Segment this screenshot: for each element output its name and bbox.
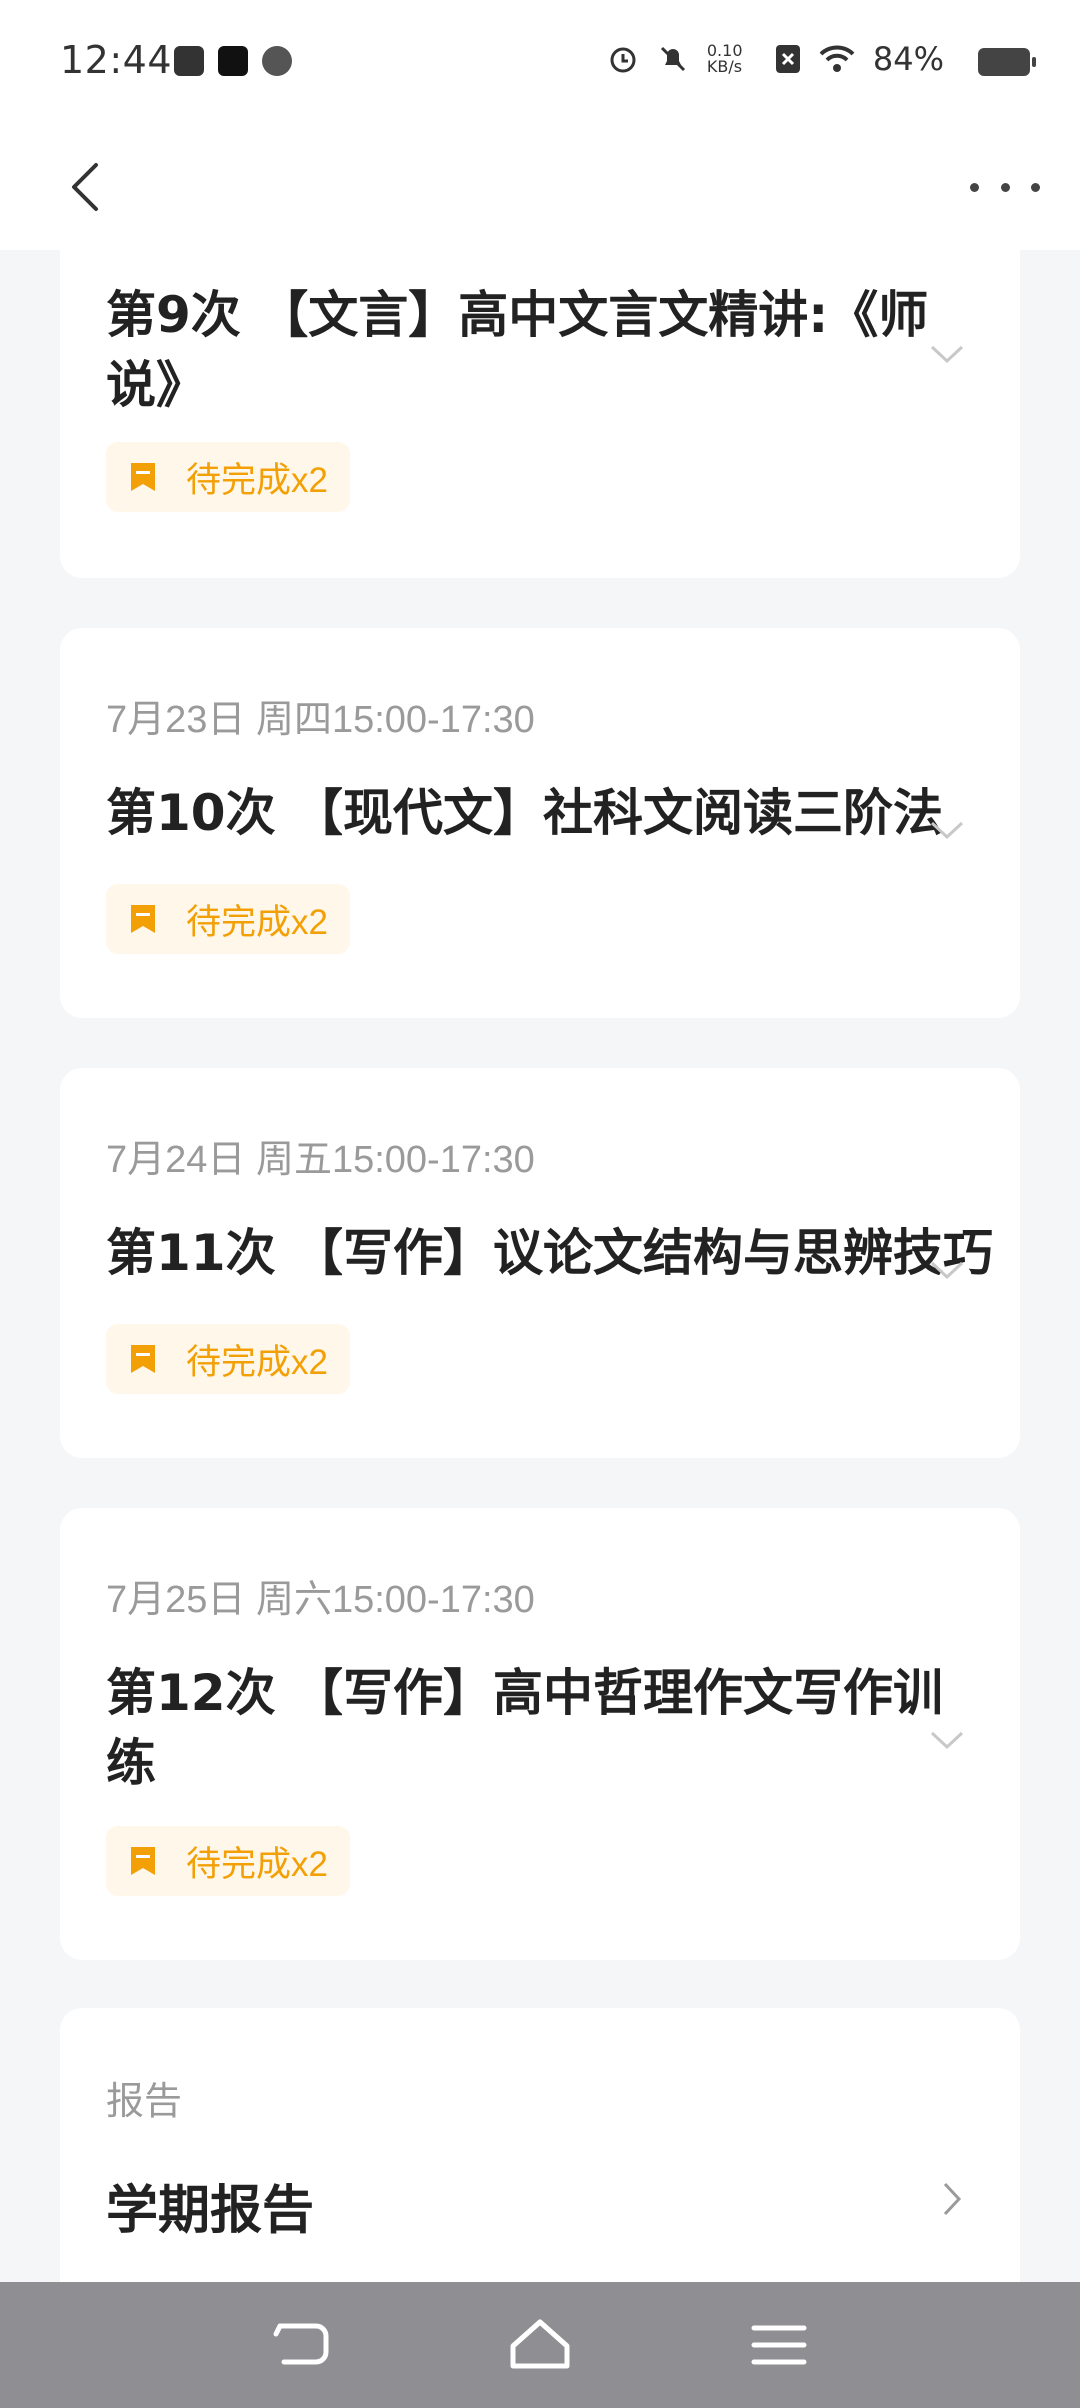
session-card[interactable]: 第9次 【文言】高中文言文精讲:《师说》 待完成x2 [60,250,1020,578]
session-card[interactable]: 7月23日 周四15:00-17:30 第10次 【现代文】社科文阅读三阶法 待… [60,628,1020,1018]
session-title: 第12次 【写作】高中哲理作文写作训练 [106,1664,943,1792]
chevron-down-icon[interactable] [930,344,964,364]
bookmark-icon [131,1847,155,1875]
app-header [0,125,1080,250]
pending-tag-text: 待完成x2 [186,460,328,500]
system-nav-bar [0,2282,1080,2408]
more-dots-icon[interactable] [970,175,1040,199]
session-title: 第9次 【文言】高中文言文精讲:《师说》 [106,286,929,414]
pending-tag: 待完成x2 [106,1324,350,1394]
battery-percent: 84% [872,40,944,78]
wifi-icon [819,45,855,72]
status-bar: 12:44 0.10 KB/s 84% [0,0,1080,125]
pending-tag-text: 待完成x2 [186,1844,328,1884]
back-nav-icon[interactable] [266,2312,336,2378]
pending-tag: 待完成x2 [106,442,350,512]
pending-tag-text: 待完成x2 [186,1342,328,1382]
session-date: 7月25日 周六15:00-17:30 [106,1579,535,1621]
chevron-down-icon[interactable] [930,1260,964,1280]
session-title: 第10次 【现代文】社科文阅读三阶法 [106,784,943,842]
app-notification-icon [262,46,292,76]
session-list[interactable]: 第9次 【文言】高中文言文精讲:《师说》 待完成x2 7月23日 周四15:00… [0,250,1080,2282]
session-date: 7月23日 周四15:00-17:30 [106,699,535,741]
session-title: 第11次 【写作】议论文结构与思辨技巧 [106,1224,993,1282]
pending-tag: 待完成x2 [106,1826,350,1896]
status-time: 12:44 [60,38,173,82]
session-card[interactable]: 7月24日 周五15:00-17:30 第11次 【写作】议论文结构与思辨技巧 … [60,1068,1020,1458]
alarm-icon [610,47,636,73]
mute-bell-icon [660,46,685,72]
bookmark-icon [131,1345,155,1373]
session-date: 7月24日 周五15:00-17:30 [106,1139,535,1181]
bookmark-icon [131,905,155,933]
chevron-down-icon[interactable] [930,820,964,840]
net-speed: 0.10 KB/s [706,41,743,76]
menu-nav-icon[interactable] [744,2312,814,2378]
report-card[interactable]: 报告 学期报告 [60,2008,1020,2282]
session-card[interactable]: 7月25日 周六15:00-17:30 第12次 【写作】高中哲理作文写作训练 … [60,1508,1020,1960]
video-app-icon [174,46,204,76]
pending-tag: 待完成x2 [106,884,350,954]
bookmark-icon [131,463,155,491]
chevron-right-icon[interactable] [942,2182,962,2216]
home-nav-icon[interactable] [505,2312,575,2378]
report-section-label: 报告 [106,2079,183,2123]
tiktok-icon [218,46,248,76]
chevron-left-icon[interactable] [58,157,118,217]
no-sim-icon [775,45,800,73]
semester-report-title: 学期报告 [106,2181,315,2241]
pending-tag-text: 待完成x2 [186,902,328,942]
status-indicators: 0.10 KB/s 84% [607,40,944,78]
battery-icon [978,48,1036,76]
chevron-down-icon[interactable] [930,1730,964,1750]
